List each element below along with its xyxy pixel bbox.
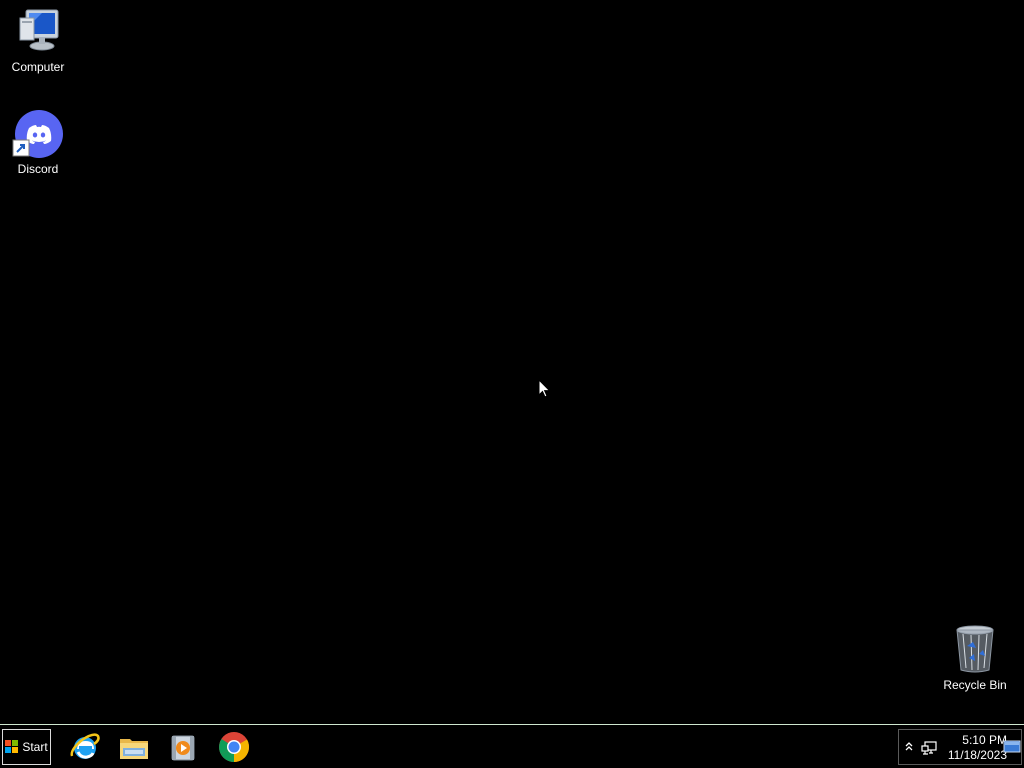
network-icon[interactable] bbox=[921, 740, 937, 756]
windows-flag-icon bbox=[5, 740, 19, 754]
desktop-icon-discord[interactable]: Discord bbox=[0, 108, 76, 176]
internet-explorer-icon bbox=[70, 733, 100, 759]
show-desktop-icon[interactable] bbox=[1003, 739, 1021, 755]
mouse-cursor-icon bbox=[538, 378, 552, 399]
desktop-icon-label: Computer bbox=[11, 60, 65, 74]
taskbar-chrome[interactable] bbox=[214, 729, 254, 765]
clock-date: 11/18/2023 bbox=[947, 748, 1007, 762]
taskbar-clock[interactable]: 5:10 PM 11/18/2023 bbox=[941, 733, 1007, 763]
discord-icon bbox=[12, 108, 64, 160]
taskbar-file-explorer[interactable] bbox=[114, 729, 154, 765]
desktop-icon-computer[interactable]: Computer bbox=[0, 6, 76, 74]
desktop[interactable]: Computer Discord Recycle Bin bbox=[0, 0, 1024, 724]
taskbar-internet-explorer[interactable] bbox=[65, 729, 105, 765]
show-hidden-icons-chevron-icon[interactable] bbox=[903, 740, 915, 754]
computer-icon bbox=[12, 6, 64, 58]
system-tray: 5:10 PM 11/18/2023 bbox=[898, 729, 1022, 765]
clock-time: 5:10 PM bbox=[962, 733, 1007, 747]
desktop-icon-recycle-bin[interactable]: Recycle Bin bbox=[937, 624, 1013, 692]
file-explorer-icon bbox=[120, 739, 148, 759]
desktop-icon-label: Discord bbox=[17, 162, 59, 176]
start-label: Start bbox=[22, 740, 48, 754]
media-player-icon bbox=[171, 735, 195, 761]
taskbar-media-player[interactable] bbox=[163, 729, 203, 765]
recycle-bin-icon bbox=[949, 624, 1001, 676]
desktop-icon-label: Recycle Bin bbox=[943, 678, 1007, 692]
chrome-icon bbox=[219, 732, 250, 762]
start-button[interactable]: Start bbox=[2, 729, 51, 765]
taskbar: Start 5:10 PM 11/18/2023 bbox=[0, 724, 1024, 768]
